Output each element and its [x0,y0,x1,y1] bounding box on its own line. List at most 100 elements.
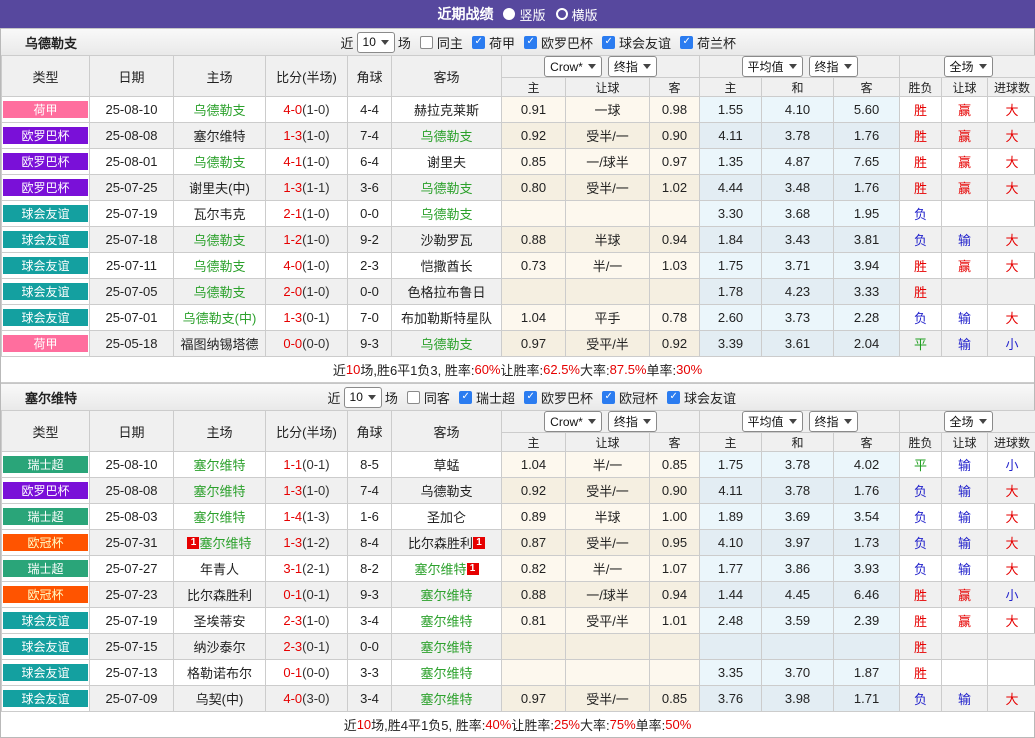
view-option-vertical[interactable]: 竖版 [503,5,545,24]
league-filter-checkbox[interactable] [524,391,537,404]
avg-draw-odds: 3.69 [762,504,834,530]
home-team-label: 年青人 [200,562,239,577]
scope-select[interactable]: 全场 [944,411,993,432]
filter-bar: 近10场同客瑞士超欧罗巴杯欧冠杯球会友谊 [328,387,736,408]
view-option-horizontal[interactable]: 横版 [556,5,598,24]
corner-count: 9-3 [348,582,392,608]
league-badge: 欧罗巴杯 [3,179,88,196]
odds-away: 1.01 [650,608,700,634]
avg-draw-odds: 3.59 [762,608,834,634]
odds-home: 0.80 [502,175,566,201]
col-header-away: 客场 [392,56,502,97]
fulltime-score: 4-0 [283,102,302,117]
avg-away-odds: 1.87 [834,660,900,686]
league-filter-checkbox[interactable] [602,36,615,49]
home-team: 纳沙泰尔 [174,634,266,660]
away-team: 乌德勒支 [392,478,502,504]
league-filter-checkbox[interactable] [667,391,680,404]
league-cell: 荷甲 [2,331,90,357]
away-team-label: 乌德勒支 [420,181,472,196]
away-team: 塞尔维特 [392,582,502,608]
section-header: 塞尔维特 近10场同客瑞士超欧罗巴杯欧冠杯球会友谊 [1,383,1034,410]
odds-home: 0.85 [502,149,566,175]
avg-home-odds: 1.89 [700,504,762,530]
summary-footer: 近10场,胜6平1负3, 胜率:60% 让胜率:62.5% 大率:87.5% 单… [1,357,1034,383]
league-filter-checkbox[interactable] [602,391,615,404]
average-group-header: 平均值 终指 [700,411,900,433]
away-team-label: 恺撒酋长 [420,259,472,274]
recent-count-select[interactable]: 10 [357,32,395,53]
recent-count-select[interactable]: 10 [344,387,382,408]
league-badge: 欧冠杯 [3,586,88,603]
match-date: 25-07-11 [90,253,174,279]
odds-away: 0.85 [650,686,700,712]
league-badge: 瑞士超 [3,508,88,525]
halftime-score: (1-0) [302,483,329,498]
same-venue-label: 同客 [424,388,450,407]
home-team-label: 塞尔维特 [193,484,245,499]
average-select[interactable]: 平均值 [742,411,803,432]
home-team-label: 乌契(中) [196,692,244,707]
avg-away-odds: 3.93 [834,556,900,582]
avg-away-odds: 5.60 [834,97,900,123]
result-goals: 大 [988,556,1035,582]
halftime-score: (1-0) [302,206,329,221]
league-badge: 荷甲 [3,335,88,352]
corner-count: 0-0 [348,279,392,305]
match-date: 25-07-19 [90,201,174,227]
average-stage-select[interactable]: 终指 [809,56,858,77]
average-select[interactable]: 平均值 [742,56,803,77]
away-team-label: 谢里夫 [427,155,466,170]
home-team: 比尔森胜利 [174,582,266,608]
match-row: 荷甲25-08-10乌德勒支4-0(1-0)4-4赫拉克莱斯0.91一球0.98… [2,97,1035,123]
result-handicap [942,660,988,686]
subcol-odds-handicap: 让球 [566,433,650,452]
same-venue-checkbox[interactable] [407,391,420,404]
filter-bar: 近10场同主荷甲欧罗巴杯球会友谊荷兰杯 [341,32,736,53]
odds-handicap [566,279,650,305]
odds-home: 0.88 [502,582,566,608]
average-stage-select[interactable]: 终指 [809,411,858,432]
match-date: 25-07-15 [90,634,174,660]
home-team: 乌德勒支 [174,279,266,305]
odds-source-select[interactable]: Crow* [544,56,602,77]
match-date: 25-07-27 [90,556,174,582]
scope-select[interactable]: 全场 [944,56,993,77]
odds-stage-select[interactable]: 终指 [608,56,657,77]
home-team: 乌德勒支 [174,227,266,253]
result-handicap: 输 [942,305,988,331]
result-goals: 大 [988,227,1035,253]
col-header-date: 日期 [90,56,174,97]
match-score: 0-1(0-1) [266,582,348,608]
league-filter-checkbox[interactable] [524,36,537,49]
halftime-score: (1-0) [302,102,329,117]
avg-away-odds: 7.65 [834,149,900,175]
red-card-icon: 1 [467,563,479,575]
chevron-down-icon [643,64,651,69]
summary-text: 场,胜6平1负3, 胜率: [360,360,474,379]
home-team-label: 乌德勒支 [193,155,245,170]
league-cell: 欧冠杯 [2,530,90,556]
league-cell: 球会友谊 [2,634,90,660]
home-team-label: 乌德勒支 [193,233,245,248]
avg-draw-odds: 3.68 [762,201,834,227]
league-filter-checkbox[interactable] [680,36,693,49]
match-row: 球会友谊25-07-18乌德勒支1-2(1-0)9-2沙勒罗瓦0.88半球0.9… [2,227,1035,253]
fulltime-score: 1-3 [283,483,302,498]
avg-away-odds: 1.76 [834,478,900,504]
league-filter-checkbox[interactable] [459,391,472,404]
avg-draw-odds: 3.70 [762,660,834,686]
home-team-label: 乌德勒支 [193,285,245,300]
odds-source-select[interactable]: Crow* [544,411,602,432]
league-filter-checkbox[interactable] [472,36,485,49]
corner-count: 9-2 [348,227,392,253]
chevron-down-icon [979,64,987,69]
home-team-label: 塞尔维特 [193,510,245,525]
result-outcome: 胜 [900,279,942,305]
league-filter-label: 欧罗巴杯 [541,33,593,52]
avg-away-odds: 3.81 [834,227,900,253]
same-venue-checkbox[interactable] [420,36,433,49]
result-goals: 大 [988,530,1035,556]
corner-count: 7-0 [348,305,392,331]
odds-stage-select[interactable]: 终指 [608,411,657,432]
